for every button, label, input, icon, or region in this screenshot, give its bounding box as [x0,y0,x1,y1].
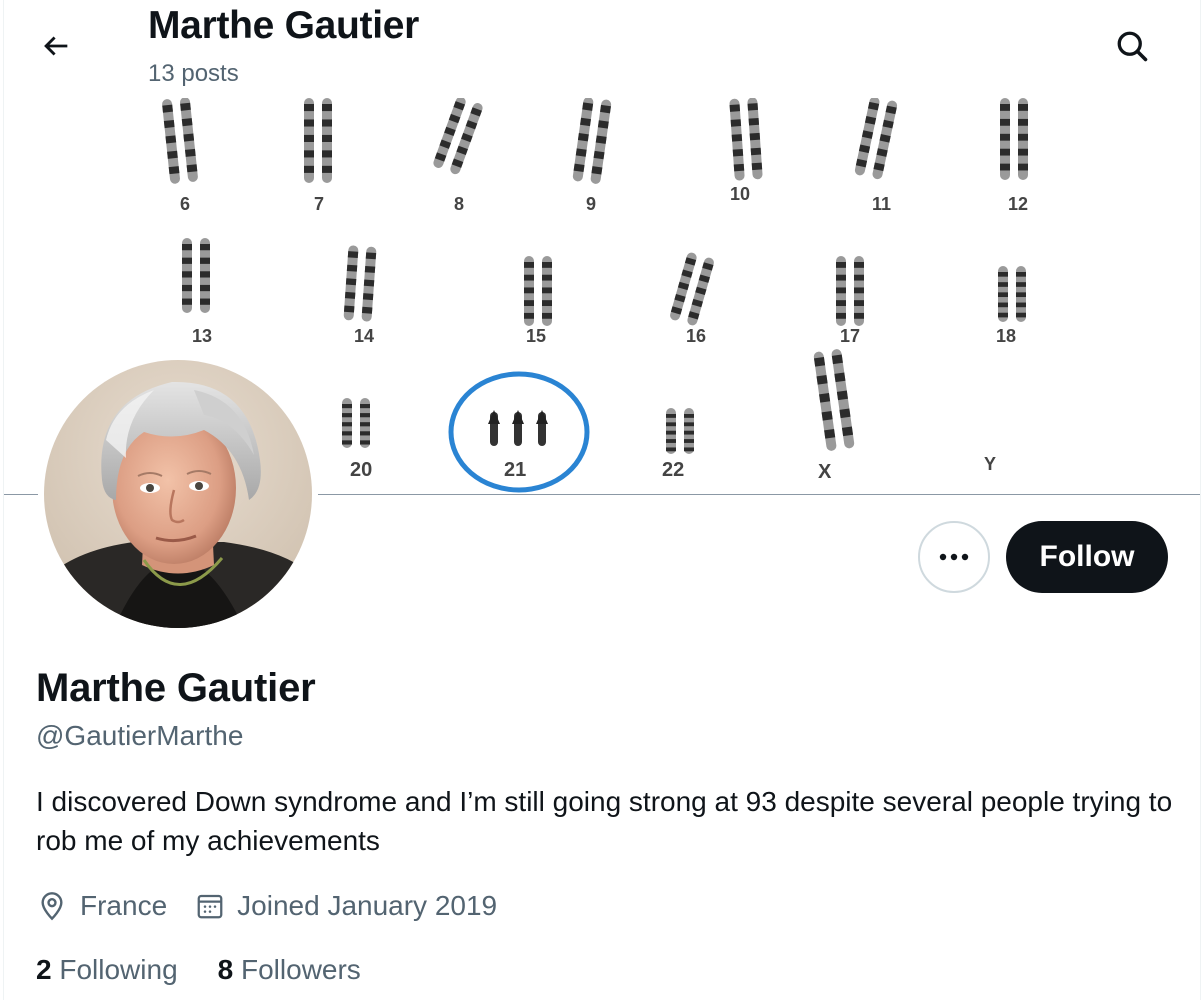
banner-label-18: 18 [996,326,1016,346]
follow-button[interactable]: Follow [1006,521,1168,593]
following-label: Following [59,954,178,985]
following-count: 2 [36,954,52,985]
chromosome-pair-8 [343,245,377,322]
posts-count: 13 posts [148,60,239,87]
banner-label-9: 9 [586,194,596,214]
banner-label-6: 6 [180,194,190,214]
calendar-icon [197,894,223,919]
chromosome-pair-10 [670,252,714,326]
chromosome-pair-4 [729,98,763,181]
banner-label-21: 21 [504,459,526,481]
frame-border-left [3,0,4,1000]
search-icon [1117,31,1148,62]
chromosome-21-copy-3 [536,410,548,446]
banner-label-22: 22 [662,459,684,481]
joined-item: Joined January 2019 [195,890,497,922]
following-link[interactable]: 2 Following [36,954,178,986]
chromosome-pair-12 [998,266,1026,322]
chromosome-21-copy-2 [512,410,524,446]
banner-label-10: 10 [730,184,750,204]
chromosome-21-copy-1 [488,410,500,446]
banner-label-16: 16 [686,326,706,346]
arrow-left-icon [44,36,68,56]
chromosome-pair-7 [182,238,210,313]
location-text: France [80,890,168,921]
search-button[interactable] [1104,18,1160,74]
banner-label-12: 12 [1008,194,1028,214]
banner-label-17: 17 [840,326,860,346]
chromosome-pair-6 [1000,98,1028,180]
followers-link[interactable]: 8 Followers [218,954,361,986]
profile-name: Marthe Gautier [36,666,316,710]
banner-label-x: X [818,461,832,483]
chromosome-pair-5 [854,98,898,180]
banner-label-15: 15 [526,326,546,346]
profile-meta: France Joined January 2019 [36,886,525,926]
banner-label-y: Y [984,454,996,474]
chromosome-pair-1 [304,98,332,183]
banner-label-14: 14 [354,326,374,346]
header-title: Marthe Gautier [148,4,420,47]
banner-label-7: 7 [314,194,324,214]
chromosome-pair-13 [342,398,370,448]
avatar-photo [44,360,312,628]
ellipsis-icon [939,553,969,561]
profile-stats: 2 Following 8 Followers [36,950,401,990]
banner-label-8: 8 [454,194,464,214]
chromosome-pair-11 [836,256,864,326]
frame-border-right [1200,0,1201,1000]
back-button[interactable] [28,18,84,74]
chromosome-pair-2 [433,98,483,175]
profile-handle: @GautierMarthe [36,720,244,751]
banner-label-20: 20 [350,459,372,481]
followers-count: 8 [217,954,234,985]
more-options-button[interactable] [918,521,990,593]
chromosome-pair-0 [162,98,198,184]
joined-text: Joined January 2019 [237,890,498,921]
location-pin-icon [41,892,63,921]
banner-label-11: 11 [872,194,891,214]
followers-label: Followers [241,954,361,985]
chromosome-pair-15 [813,349,855,451]
avatar[interactable] [38,354,318,634]
profile-bio: I discovered Down syndrome and I’m still… [36,786,1173,856]
location-item: France [36,890,167,922]
banner-label-13: 13 [192,326,212,346]
chromosome-pair-3 [572,98,612,184]
chromosome-pair-14 [666,408,694,454]
chromosome-pair-9 [524,256,552,326]
